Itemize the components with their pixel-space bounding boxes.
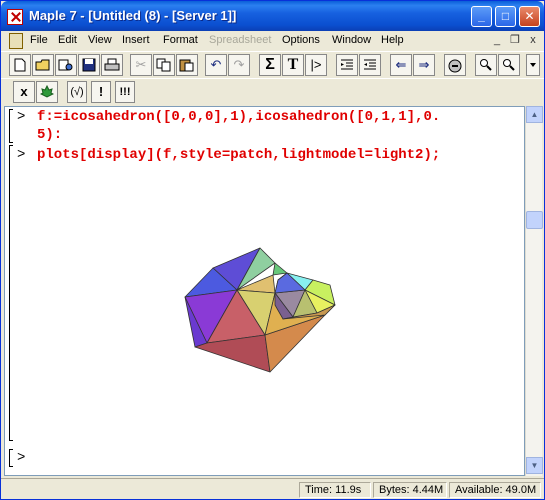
menu-spreadsheet[interactable]: Spreadsheet: [209, 34, 271, 46]
minimize-button[interactable]: _: [471, 6, 492, 27]
execute-group-button[interactable]: !: [91, 81, 111, 103]
status-bytes: Bytes: 4.44M: [373, 482, 447, 498]
execution-group-bracket[interactable]: [9, 145, 13, 441]
context-toolbar: x (√) ! !!!: [1, 78, 544, 105]
redo-icon[interactable]: ↷: [228, 54, 250, 76]
plot-face: [272, 262, 288, 276]
print-icon[interactable]: [101, 54, 123, 76]
new-file-icon[interactable]: [9, 54, 31, 76]
expression-x-button[interactable]: x: [13, 81, 35, 103]
mdi-close-button[interactable]: x: [525, 34, 541, 48]
prompt: >: [17, 450, 26, 466]
maple-app-icon[interactable]: [7, 9, 23, 25]
mdi-restore-button[interactable]: ❐: [507, 34, 523, 48]
zoom-in-icon[interactable]: [475, 54, 497, 76]
input-line-1b[interactable]: 5):: [37, 127, 62, 143]
zoom-out-icon[interactable]: [498, 54, 520, 76]
paste-icon[interactable]: [176, 54, 198, 76]
execution-group-bracket[interactable]: [9, 109, 13, 143]
outdent-icon[interactable]: [336, 54, 358, 76]
execute-worksheet-button[interactable]: !!!: [115, 81, 135, 103]
evaluate-check-button[interactable]: (√): [67, 81, 87, 103]
copy-icon[interactable]: [153, 54, 175, 76]
indent-icon[interactable]: [359, 54, 381, 76]
input-line-1a[interactable]: f:=icosahedron([0,0,0],1),icosahedron([0…: [37, 109, 440, 125]
title-bar[interactable]: Maple 7 - [Untitled (8) - [Server 1]] _ …: [1, 1, 544, 31]
status-time: Time: 11.9s: [299, 482, 371, 498]
document-icon[interactable]: [9, 33, 23, 49]
undo-icon[interactable]: ↶: [205, 54, 227, 76]
open-url-icon[interactable]: [55, 54, 77, 76]
window-title: Maple 7 - [Untitled (8) - [Server 1]]: [29, 8, 237, 23]
stop-icon[interactable]: [444, 54, 466, 76]
menu-insert[interactable]: Insert: [122, 34, 150, 46]
menu-view[interactable]: View: [88, 34, 112, 46]
worksheet[interactable]: > f:=icosahedron([0,0,0],1),icosahedron(…: [4, 106, 525, 476]
scroll-down-button[interactable]: ▼: [526, 457, 543, 474]
menu-file[interactable]: File: [30, 34, 48, 46]
main-toolbar: ✂ ↶ ↷ Σ T |> ⇐ ⇒: [1, 51, 544, 78]
status-available: Available: 49.0M: [449, 482, 541, 498]
save-icon[interactable]: [78, 54, 100, 76]
sum-icon[interactable]: Σ: [259, 54, 281, 76]
prompt: >: [17, 147, 26, 163]
menu-format[interactable]: Format: [163, 34, 198, 46]
menu-window[interactable]: Window: [332, 34, 371, 46]
icosahedron-plot[interactable]: [175, 245, 345, 375]
status-bar: Time: 11.9s Bytes: 4.44M Available: 49.0…: [1, 478, 544, 499]
mdi-minimize-button[interactable]: _: [489, 34, 505, 48]
maple-leaf-icon[interactable]: [36, 81, 58, 103]
prompt: >: [17, 109, 26, 125]
maximize-button[interactable]: □: [495, 6, 516, 27]
close-button[interactable]: ✕: [519, 6, 540, 27]
scroll-thumb[interactable]: [526, 211, 543, 229]
menu-help[interactable]: Help: [381, 34, 404, 46]
maple-window: Maple 7 - [Untitled (8) - [Server 1]] _ …: [0, 0, 545, 500]
text-mode-icon[interactable]: T: [282, 54, 304, 76]
menu-edit[interactable]: Edit: [58, 34, 77, 46]
maple-input-icon[interactable]: |>: [305, 54, 327, 76]
scroll-up-button[interactable]: ▲: [526, 106, 543, 123]
forward-arrow-icon[interactable]: ⇒: [413, 54, 435, 76]
vertical-scrollbar[interactable]: ▲ ▼: [525, 106, 543, 476]
execution-group-bracket[interactable]: [9, 449, 13, 467]
menu-bar: File Edit View Insert Format Spreadsheet…: [1, 31, 544, 51]
toolbar-overflow-icon[interactable]: [526, 54, 540, 76]
menu-options[interactable]: Options: [282, 34, 320, 46]
back-arrow-icon[interactable]: ⇐: [390, 54, 412, 76]
input-line-2[interactable]: plots[display](f,style=patch,lightmodel=…: [37, 147, 440, 163]
open-folder-icon[interactable]: [32, 54, 54, 76]
cut-icon[interactable]: ✂: [130, 54, 152, 76]
